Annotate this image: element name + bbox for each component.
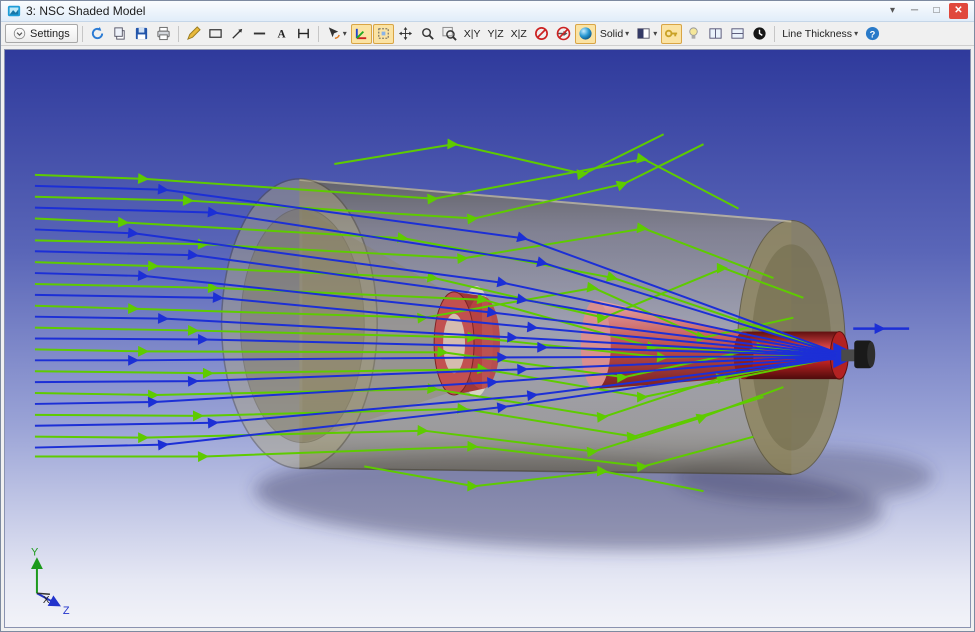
split-view-vertical-icon[interactable]: [705, 24, 726, 44]
window-menu-caret-icon[interactable]: ▾: [883, 3, 902, 19]
print-icon[interactable]: [153, 24, 174, 44]
app-icon: [7, 4, 21, 18]
toolbar-separator: [318, 26, 319, 42]
maximize-button[interactable]: □: [927, 3, 946, 19]
draw-pencil-icon[interactable]: [183, 24, 204, 44]
key-light-toggle-icon[interactable]: [661, 24, 682, 44]
view-xz-button[interactable]: X|Z: [508, 24, 530, 44]
view-xy-button[interactable]: X|Y: [461, 24, 484, 44]
dropdown-caret-icon: ▾: [625, 29, 629, 38]
draw-horizontal-line-icon[interactable]: [249, 24, 270, 44]
dropdown-caret-icon: ▾: [653, 29, 657, 38]
toolbar-separator: [178, 26, 179, 42]
settings-button[interactable]: Settings: [5, 24, 78, 43]
draw-text-icon[interactable]: A: [271, 24, 292, 44]
copy-icon[interactable]: [109, 24, 130, 44]
opacity-dropdown[interactable]: Solid▾: [597, 24, 632, 44]
show-axes-toggle-icon[interactable]: [351, 24, 372, 44]
pan-tool-icon[interactable]: [395, 24, 416, 44]
toolbar-separator: [82, 26, 83, 42]
ray: [334, 134, 663, 174]
toolbar: SettingsA▾X|YY|ZX|ZSolid▾▾Line Thickness…: [1, 22, 974, 46]
axis-y-label: Y: [31, 547, 39, 559]
dropdown-caret-icon: ▾: [854, 29, 858, 38]
split-view-horizontal-icon[interactable]: [727, 24, 748, 44]
zoom-window-tool-icon[interactable]: [373, 24, 394, 44]
zoom-extents-icon[interactable]: [439, 24, 460, 44]
suppress-rays-icon[interactable]: [531, 24, 552, 44]
auto-update-icon[interactable]: [749, 24, 770, 44]
axis-z-label: Z: [63, 605, 70, 617]
window-controls: ▾ ─ □ ✕: [883, 3, 968, 19]
shaded-model-canvas[interactable]: Y X Z: [4, 49, 971, 628]
viewport-frame: Y X Z: [1, 46, 974, 631]
view-yz-button[interactable]: Y|Z: [485, 24, 507, 44]
dropdown-caret-icon: ▾: [343, 29, 347, 38]
axis-x-label: X: [43, 595, 50, 606]
background-style-dropdown[interactable]: ▾: [633, 24, 660, 44]
rotate-tool-icon[interactable]: ▾: [323, 24, 350, 44]
minimize-button[interactable]: ─: [905, 3, 924, 19]
shaded-model-mode-icon[interactable]: [575, 24, 596, 44]
close-button[interactable]: ✕: [949, 3, 968, 19]
toolbar-separator: [774, 26, 775, 42]
axis-triad: Y X Z: [31, 547, 70, 617]
zoom-tool-icon[interactable]: [417, 24, 438, 44]
suppress-sources-icon[interactable]: [553, 24, 574, 44]
window-title: 3: NSC Shaded Model: [26, 4, 145, 18]
draw-line-arrow-icon[interactable]: [227, 24, 248, 44]
svg-text:?: ?: [870, 29, 876, 39]
line-thickness-dropdown[interactable]: Line Thickness▾: [779, 24, 861, 44]
draw-rectangle-icon[interactable]: [205, 24, 226, 44]
nsc-shaded-model-window: 3: NSC Shaded Model ▾ ─ □ ✕ Settings A ▾ X|…: [0, 0, 975, 632]
scene-svg: Y X Z: [5, 50, 970, 627]
svg-text:A: A: [277, 29, 286, 41]
fill-light-toggle-icon[interactable]: [683, 24, 704, 44]
save-icon[interactable]: [131, 24, 152, 44]
draw-dimension-icon[interactable]: [293, 24, 314, 44]
window-titlebar: 3: NSC Shaded Model ▾ ─ □ ✕: [1, 1, 974, 22]
refresh-icon[interactable]: [87, 24, 108, 44]
help-icon[interactable]: ?: [862, 24, 883, 44]
